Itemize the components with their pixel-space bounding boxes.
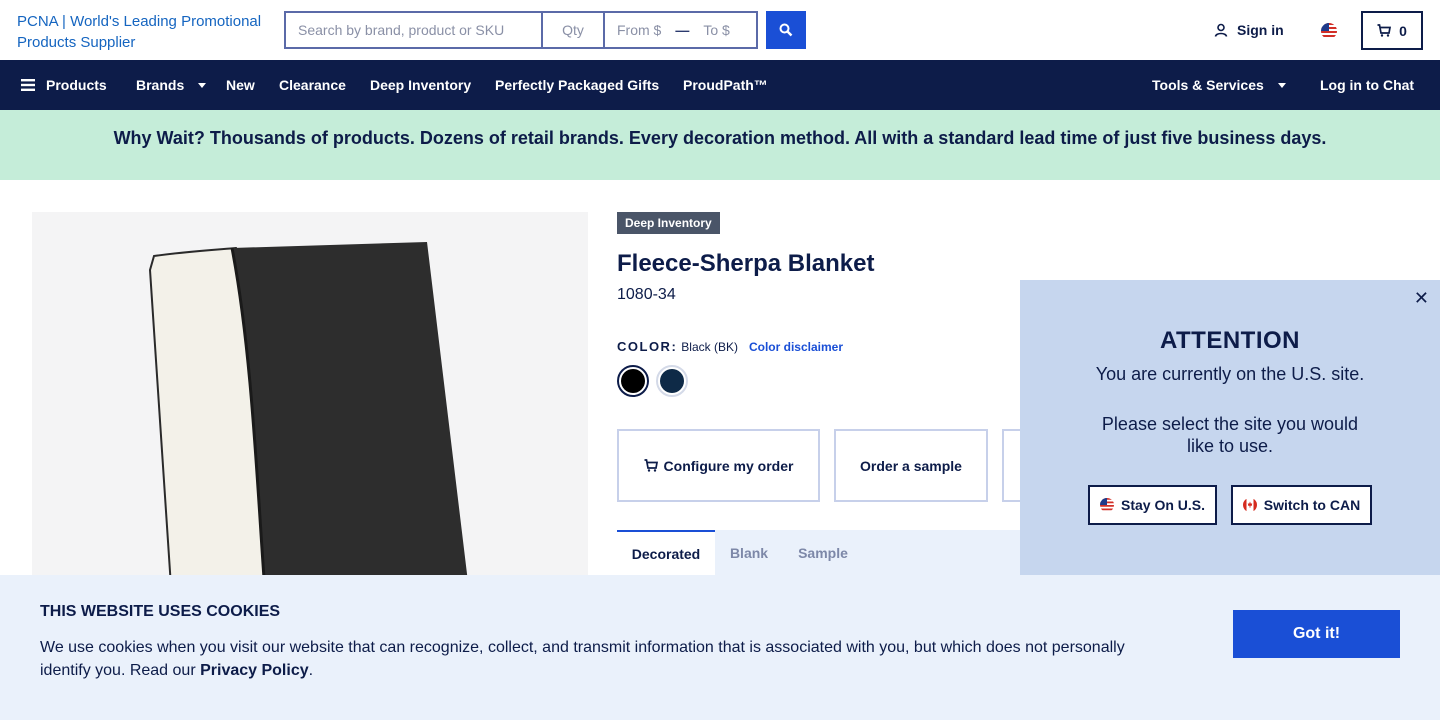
swatch-navy-color bbox=[660, 369, 684, 393]
swatch-black-color bbox=[621, 369, 645, 393]
swatch-black[interactable] bbox=[617, 365, 649, 397]
promo-text: Why Wait? Thousands of products. Dozens … bbox=[113, 127, 1327, 148]
site-selector-dialog: ✕ ATTENTION You are currently on the U.S… bbox=[1020, 280, 1440, 576]
sign-in-button[interactable]: Sign in bbox=[1214, 22, 1284, 38]
switch-can-label: Switch to CAN bbox=[1263, 497, 1361, 513]
dialog-message-select-site: Please select the site you would like to… bbox=[1101, 414, 1359, 456]
cookie-heading: THIS WEBSITE USES COOKIES bbox=[40, 603, 281, 620]
user-icon bbox=[1214, 23, 1228, 37]
privacy-policy-link[interactable]: Privacy Policy bbox=[200, 662, 309, 679]
dialog-message-current-site: You are currently on the U.S. site. bbox=[1095, 364, 1365, 384]
order-sample-button[interactable]: Order a sample bbox=[834, 429, 988, 502]
product-image bbox=[32, 212, 588, 632]
search-icon bbox=[779, 23, 793, 37]
cart-count: 0 bbox=[1399, 22, 1407, 39]
nav-gifts[interactable]: Perfectly Packaged Gifts bbox=[495, 60, 659, 110]
cookie-accept-button[interactable]: Got it! bbox=[1233, 610, 1400, 658]
blanket-illustration bbox=[148, 242, 474, 632]
chevron-down-icon bbox=[198, 82, 207, 88]
us-flag-icon bbox=[1321, 23, 1337, 39]
dialog-heading: ATTENTION bbox=[1159, 327, 1301, 354]
nav-gifts-label: Perfectly Packaged Gifts bbox=[495, 77, 660, 93]
cart-icon bbox=[1377, 24, 1392, 37]
site-logo[interactable]: PCNA | World's Leading Promotional Produ… bbox=[17, 11, 277, 53]
swatch-navy[interactable] bbox=[656, 365, 688, 397]
nav-tools-label: Tools & Services bbox=[1152, 77, 1264, 93]
nav-deep-inventory[interactable]: Deep Inventory bbox=[370, 60, 471, 110]
color-selector-label: COLOR: Black (BK) Color disclaimer bbox=[617, 339, 843, 354]
tab-sample-label: Sample bbox=[798, 545, 848, 561]
color-value: Black (BK) bbox=[681, 340, 738, 354]
cookie-period: . bbox=[308, 662, 314, 679]
search-bar: Search by brand, product or SKU Qty From… bbox=[284, 11, 758, 49]
nav-clearance[interactable]: Clearance bbox=[279, 60, 346, 110]
nav-brands[interactable]: Brands bbox=[136, 60, 207, 110]
nav-brands-label: Brands bbox=[136, 77, 185, 93]
nav-proudpath-label: ProudPath™ bbox=[683, 77, 768, 93]
cart-icon bbox=[644, 459, 658, 472]
nav-chat-label: Log in to Chat bbox=[1320, 77, 1415, 93]
close-icon[interactable]: ✕ bbox=[1414, 288, 1429, 309]
nav-chat[interactable]: Log in to Chat bbox=[1320, 60, 1414, 110]
nav-proudpath[interactable]: ProudPath™ bbox=[683, 60, 768, 110]
sign-in-label: Sign in bbox=[1237, 22, 1284, 38]
region-selector[interactable] bbox=[1321, 23, 1337, 39]
product-sku: 1080-34 bbox=[617, 286, 676, 303]
nav-tools[interactable]: Tools & Services bbox=[1152, 60, 1286, 110]
tab-decorated-label: Decorated bbox=[631, 546, 701, 562]
nav-new[interactable]: New bbox=[226, 60, 255, 110]
canada-flag-icon bbox=[1242, 498, 1257, 512]
search-input[interactable]: Search by brand, product or SKU bbox=[286, 13, 543, 47]
tab-blank-label: Blank bbox=[729, 545, 769, 561]
deep-inventory-badge: Deep Inventory bbox=[617, 212, 720, 234]
nav-new-label: New bbox=[226, 77, 255, 93]
tab-sample[interactable]: Sample bbox=[783, 530, 863, 576]
site-header: PCNA | World's Leading Promotional Produ… bbox=[0, 0, 1440, 60]
qty-input[interactable]: Qty bbox=[543, 13, 605, 47]
range-dash: — bbox=[675, 22, 690, 38]
nav-products[interactable]: Products bbox=[21, 60, 107, 110]
search-button[interactable] bbox=[766, 11, 806, 49]
stay-us-label: Stay On U.S. bbox=[1120, 497, 1206, 513]
promo-banner: Why Wait? Thousands of products. Dozens … bbox=[0, 110, 1440, 180]
configure-order-label: Configure my order bbox=[663, 457, 794, 474]
us-flag-icon bbox=[1099, 498, 1114, 512]
order-sample-label: Order a sample bbox=[860, 457, 962, 474]
switch-can-button[interactable]: Switch to CAN bbox=[1231, 485, 1372, 525]
tab-blank[interactable]: Blank bbox=[715, 530, 783, 576]
cookie-text: We use cookies when you visit our websit… bbox=[40, 636, 1160, 682]
price-to-input[interactable]: To $ bbox=[703, 22, 729, 38]
nav-products-label: Products bbox=[46, 77, 107, 93]
color-disclaimer-link[interactable]: Color disclaimer bbox=[749, 340, 843, 354]
stay-us-button[interactable]: Stay On U.S. bbox=[1088, 485, 1217, 525]
menu-icon bbox=[21, 79, 35, 91]
price-range: From $ — To $ bbox=[605, 13, 756, 47]
cookie-banner: THIS WEBSITE USES COOKIES We use cookies… bbox=[0, 575, 1440, 720]
product-title: Fleece-Sherpa Blanket bbox=[617, 250, 875, 277]
chevron-down-icon bbox=[1277, 82, 1286, 88]
main-nav: Products Brands New Clearance Deep Inven… bbox=[0, 60, 1440, 110]
nav-deep-inventory-label: Deep Inventory bbox=[370, 77, 472, 93]
nav-clearance-label: Clearance bbox=[279, 77, 346, 93]
configure-order-button[interactable]: Configure my order bbox=[617, 429, 820, 502]
price-from-input[interactable]: From $ bbox=[617, 22, 661, 38]
tab-decorated[interactable]: Decorated bbox=[617, 530, 715, 576]
color-label: COLOR: bbox=[617, 339, 678, 354]
cart-button[interactable]: 0 bbox=[1361, 11, 1423, 50]
